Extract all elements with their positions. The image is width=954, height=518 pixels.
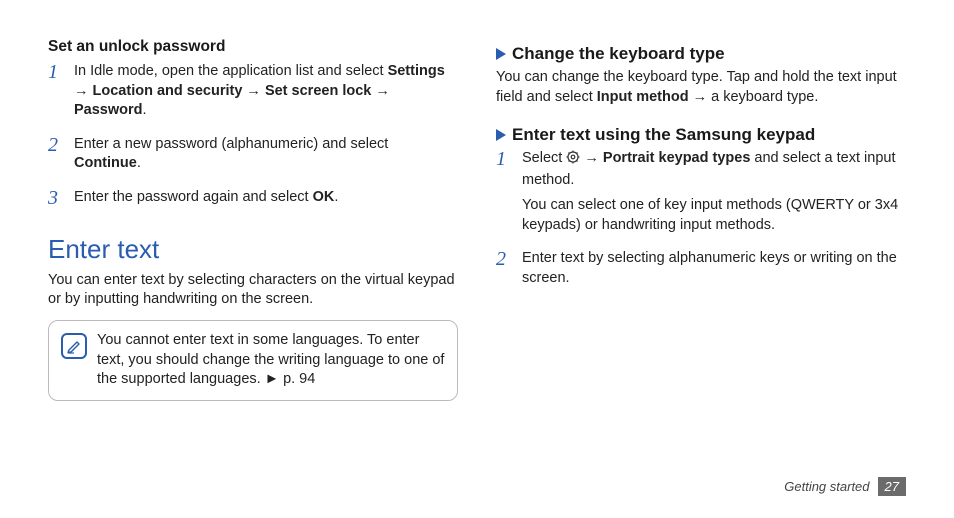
step-body: Select → Portrait keypad types and selec… [522,149,906,235]
step-pre: Select [522,150,566,166]
right-column: Change the keyboard type You can change … [496,38,906,401]
subheading-samsung-keypad: Enter text using the Samsung keypad [496,125,906,145]
step-item: 2 Enter text by selecting alphanumeric k… [496,249,906,288]
step-bold: OK [313,189,335,205]
step-body: In Idle mode, open the application list … [74,62,458,121]
step-pre: Enter a new password (alphanumeric) and … [74,136,388,152]
chevron-right-icon [496,129,506,141]
step-bold: Portrait keypad types [603,150,750,166]
step-pre: Enter the password again and select [74,189,313,205]
step-body: Enter text by selecting alphanumeric key… [522,249,906,288]
subheading-text: Change the keyboard type [512,44,725,64]
chevron-right-icon [496,48,506,60]
steps-set-password: 1 In Idle mode, open the application lis… [48,62,458,208]
step-gear-after: → [580,150,603,166]
step-body: Enter a new password (alphanumeric) and … [74,135,458,174]
step-number: 2 [48,135,64,174]
step-pre: Enter text by selecting alphanumeric key… [522,250,897,286]
gear-icon [566,150,580,171]
step-number: 3 [48,188,64,208]
footer-section-label: Getting started [784,479,869,494]
note-icon [61,333,87,359]
change-keyboard-para: You can change the keyboard type. Tap an… [496,68,906,107]
subheading-change-keyboard: Change the keyboard type [496,44,906,64]
left-column: Set an unlock password 1 In Idle mode, o… [48,38,458,401]
step-item: 1 Select → Portrait keypad types and sel… [496,149,906,235]
step-number: 2 [496,249,512,288]
step-bold: Continue [74,155,137,171]
para-post: → a keyboard type. [689,89,819,105]
page-footer: Getting started 27 [784,477,906,496]
step-post: . [143,102,147,118]
step-number: 1 [48,62,64,121]
subheading-text: Enter text using the Samsung keypad [512,125,815,145]
heading-set-unlock-password: Set an unlock password [48,38,458,56]
step-post: . [137,155,141,171]
heading-enter-text: Enter text [48,234,458,265]
step-number: 1 [496,149,512,235]
step-post: . [334,189,338,205]
step-item: 3 Enter the password again and select OK… [48,188,458,208]
note-box: You cannot enter text in some languages.… [48,320,458,401]
step-body: Enter the password again and select OK. [74,188,458,208]
note-text: You cannot enter text in some languages.… [97,331,445,390]
enter-text-intro: You can enter text by selecting characte… [48,271,458,310]
step-extra: You can select one of key input methods … [522,196,906,235]
step-item: 1 In Idle mode, open the application lis… [48,62,458,121]
step-item: 2 Enter a new password (alphanumeric) an… [48,135,458,174]
step-pre: In Idle mode, open the application list … [74,63,388,79]
para-bold: Input method [597,89,689,105]
steps-samsung-keypad: 1 Select → Portrait keypad types and sel… [496,149,906,288]
page-number-badge: 27 [878,477,906,496]
